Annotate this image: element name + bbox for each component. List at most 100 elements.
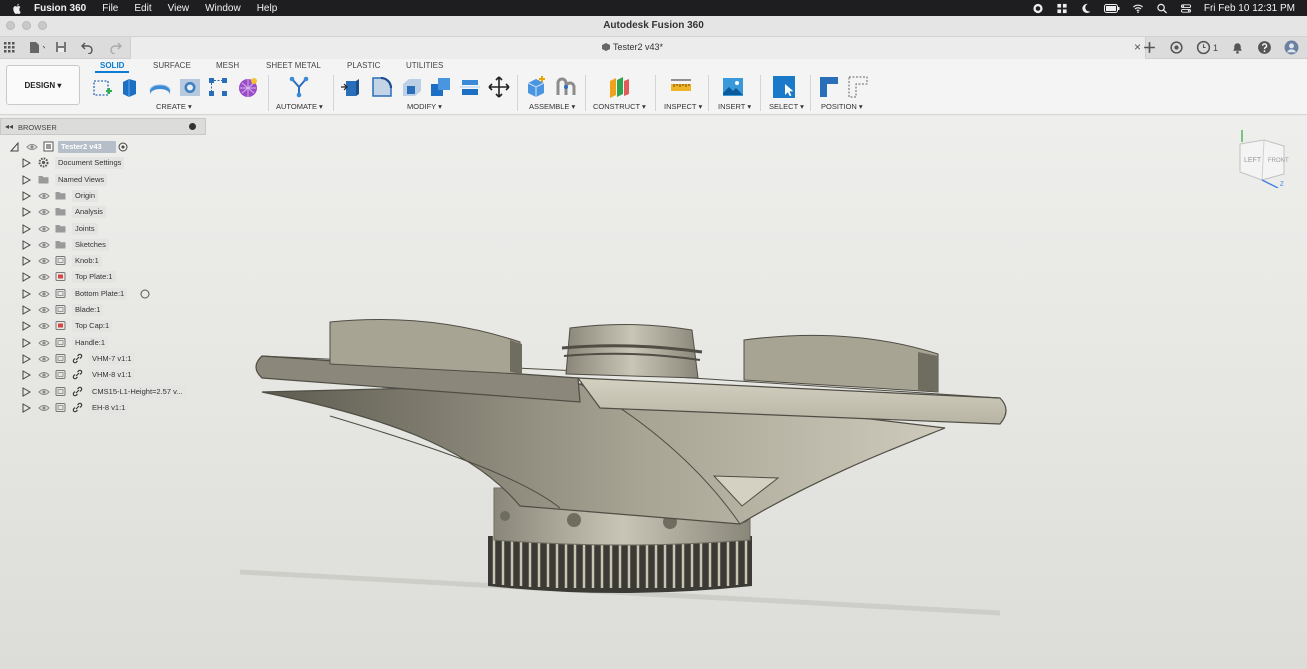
- expand-triangle-icon[interactable]: [22, 288, 31, 299]
- eye-visibility-icon[interactable]: [38, 240, 50, 250]
- browser-item-label[interactable]: Knob:1: [72, 255, 102, 268]
- construct-group-label[interactable]: CONSTRUCT ▾: [593, 102, 646, 111]
- eye-visibility-icon[interactable]: [38, 354, 50, 364]
- browser-item-label[interactable]: Document Settings: [55, 157, 125, 170]
- document-tab[interactable]: Tester2 v43* ×: [130, 37, 1146, 59]
- browser-item-label[interactable]: Top Cap:1: [72, 320, 113, 333]
- file-menu-icon[interactable]: [25, 40, 45, 54]
- create-form-tool[interactable]: [236, 75, 260, 99]
- menu-app-name[interactable]: Fusion 360: [34, 3, 86, 14]
- insert-image-tool[interactable]: [721, 75, 745, 99]
- eye-visibility-icon[interactable]: [38, 387, 50, 397]
- extrude-tool[interactable]: [118, 75, 142, 99]
- position-group-label[interactable]: POSITION ▾: [821, 102, 863, 111]
- browser-item-label[interactable]: VHM-8 v1:1: [89, 369, 135, 382]
- view-cube-front[interactable]: FRONT: [1268, 158, 1289, 164]
- eye-visibility-icon[interactable]: [38, 224, 50, 234]
- move-copy-tool[interactable]: [487, 75, 511, 99]
- job-status-icon[interactable]: [1196, 40, 1211, 55]
- browser-item-label[interactable]: Named Views: [55, 173, 108, 186]
- joint-tool[interactable]: [554, 75, 578, 99]
- browser-item-label[interactable]: Top Plate:1: [72, 271, 116, 284]
- browser-item-label[interactable]: Origin: [72, 189, 99, 202]
- create-sketch-tool[interactable]: [91, 75, 115, 99]
- wifi-icon[interactable]: [1132, 3, 1144, 14]
- browser-tree-row[interactable]: Bottom Plate:1: [0, 287, 206, 301]
- data-panel-grid-icon[interactable]: [2, 40, 16, 54]
- expand-triangle-icon[interactable]: [22, 321, 31, 332]
- eye-visibility-icon[interactable]: [38, 338, 50, 348]
- eye-visibility-icon[interactable]: [38, 289, 50, 299]
- help-icon[interactable]: [1257, 40, 1272, 55]
- battery-icon[interactable]: [1103, 3, 1120, 14]
- screen-record-icon[interactable]: [1032, 3, 1044, 14]
- close-tab-icon[interactable]: ×: [1134, 40, 1141, 54]
- browser-tree-row[interactable]: Joints: [0, 222, 206, 236]
- user-avatar-icon[interactable]: [1284, 40, 1299, 55]
- control-center-icon[interactable]: [1180, 3, 1192, 14]
- browser-item-label[interactable]: Blade:1: [72, 304, 104, 316]
- expand-triangle-icon[interactable]: [22, 207, 31, 218]
- browser-tree-row[interactable]: VHM-7 v1:1: [0, 352, 206, 366]
- eye-visibility-icon[interactable]: [38, 207, 50, 217]
- browser-pin-icon[interactable]: [189, 123, 196, 130]
- browser-tree-row[interactable]: Handle:1: [0, 336, 206, 350]
- collapse-browser-icon[interactable]: ◂◂: [5, 122, 13, 131]
- tab-utilities[interactable]: UTILITIES: [406, 61, 443, 70]
- select-group-label[interactable]: SELECT ▾: [769, 102, 804, 111]
- browser-item-label[interactable]: Bottom Plate:1: [72, 287, 128, 300]
- browser-tree-row[interactable]: EH-8 v1:1: [0, 401, 206, 415]
- measure-tool[interactable]: [669, 75, 693, 99]
- activate-radio-icon[interactable]: [140, 289, 150, 299]
- pattern-tool[interactable]: [206, 75, 230, 99]
- browser-tree-row[interactable]: Knob:1: [0, 254, 206, 268]
- expand-triangle-icon[interactable]: [22, 305, 31, 315]
- eye-visibility-icon[interactable]: [38, 256, 50, 266]
- automate-group-label[interactable]: AUTOMATE ▾: [276, 102, 323, 111]
- hole-tool[interactable]: [178, 75, 202, 99]
- view-cube[interactable]: LEFT FRONT Z: [1232, 126, 1292, 189]
- browser-item-label[interactable]: Joints: [72, 222, 98, 235]
- modify-group-label[interactable]: MODIFY ▾: [407, 102, 442, 111]
- split-body-tool[interactable]: [458, 75, 482, 99]
- eye-visibility-icon[interactable]: [38, 191, 50, 201]
- tab-surface[interactable]: SURFACE: [153, 61, 191, 70]
- expand-triangle-icon[interactable]: [22, 223, 31, 234]
- tab-sheet-metal[interactable]: SHEET METAL: [266, 61, 321, 70]
- expand-triangle-icon[interactable]: [22, 239, 31, 250]
- menu-file[interactable]: File: [102, 3, 118, 14]
- browser-tree-row[interactable]: Analysis: [0, 205, 206, 219]
- eye-visibility-icon[interactable]: [38, 403, 50, 413]
- expand-triangle-icon[interactable]: [22, 337, 31, 348]
- eye-icon[interactable]: [26, 142, 38, 152]
- expand-triangle-icon[interactable]: [22, 386, 31, 397]
- browser-item-label[interactable]: Handle:1: [72, 336, 109, 349]
- menu-view[interactable]: View: [168, 3, 190, 14]
- browser-tree-row[interactable]: Sketches: [0, 238, 206, 252]
- browser-tree-row[interactable]: Document Settings: [0, 156, 206, 170]
- activate-radio-icon[interactable]: [118, 142, 128, 152]
- extensions-icon[interactable]: [1169, 40, 1184, 55]
- tab-solid[interactable]: SOLID: [100, 61, 124, 70]
- browser-tree-row[interactable]: Named Views: [0, 173, 206, 187]
- sweep-tool[interactable]: [148, 75, 172, 99]
- browser-item-label[interactable]: CMS15-L1-Height=2.57 v...: [89, 385, 186, 398]
- apple-logo-icon[interactable]: [12, 3, 22, 14]
- workspace-switcher-button[interactable]: DESIGN ▾: [6, 65, 80, 105]
- tab-plastic[interactable]: PLASTIC: [347, 61, 380, 70]
- press-pull-tool[interactable]: [340, 75, 364, 99]
- browser-item-label[interactable]: Sketches: [72, 238, 109, 251]
- browser-root-row[interactable]: Tester2 v43: [0, 140, 206, 154]
- create-group-label[interactable]: CREATE ▾: [156, 102, 192, 111]
- insert-group-label[interactable]: INSERT ▾: [718, 102, 751, 111]
- window-grid-icon[interactable]: [1056, 3, 1068, 14]
- browser-tree-row[interactable]: Top Plate:1: [0, 270, 206, 284]
- eye-visibility-icon[interactable]: [38, 321, 50, 331]
- menu-help[interactable]: Help: [257, 3, 278, 14]
- spotlight-search-icon[interactable]: [1156, 3, 1168, 14]
- expand-triangle-icon[interactable]: [22, 158, 31, 169]
- expand-triangle-icon[interactable]: [22, 191, 31, 201]
- moon-icon[interactable]: [1080, 3, 1092, 14]
- fillet-tool[interactable]: [370, 75, 394, 99]
- browser-item-label[interactable]: VHM-7 v1:1: [89, 352, 135, 365]
